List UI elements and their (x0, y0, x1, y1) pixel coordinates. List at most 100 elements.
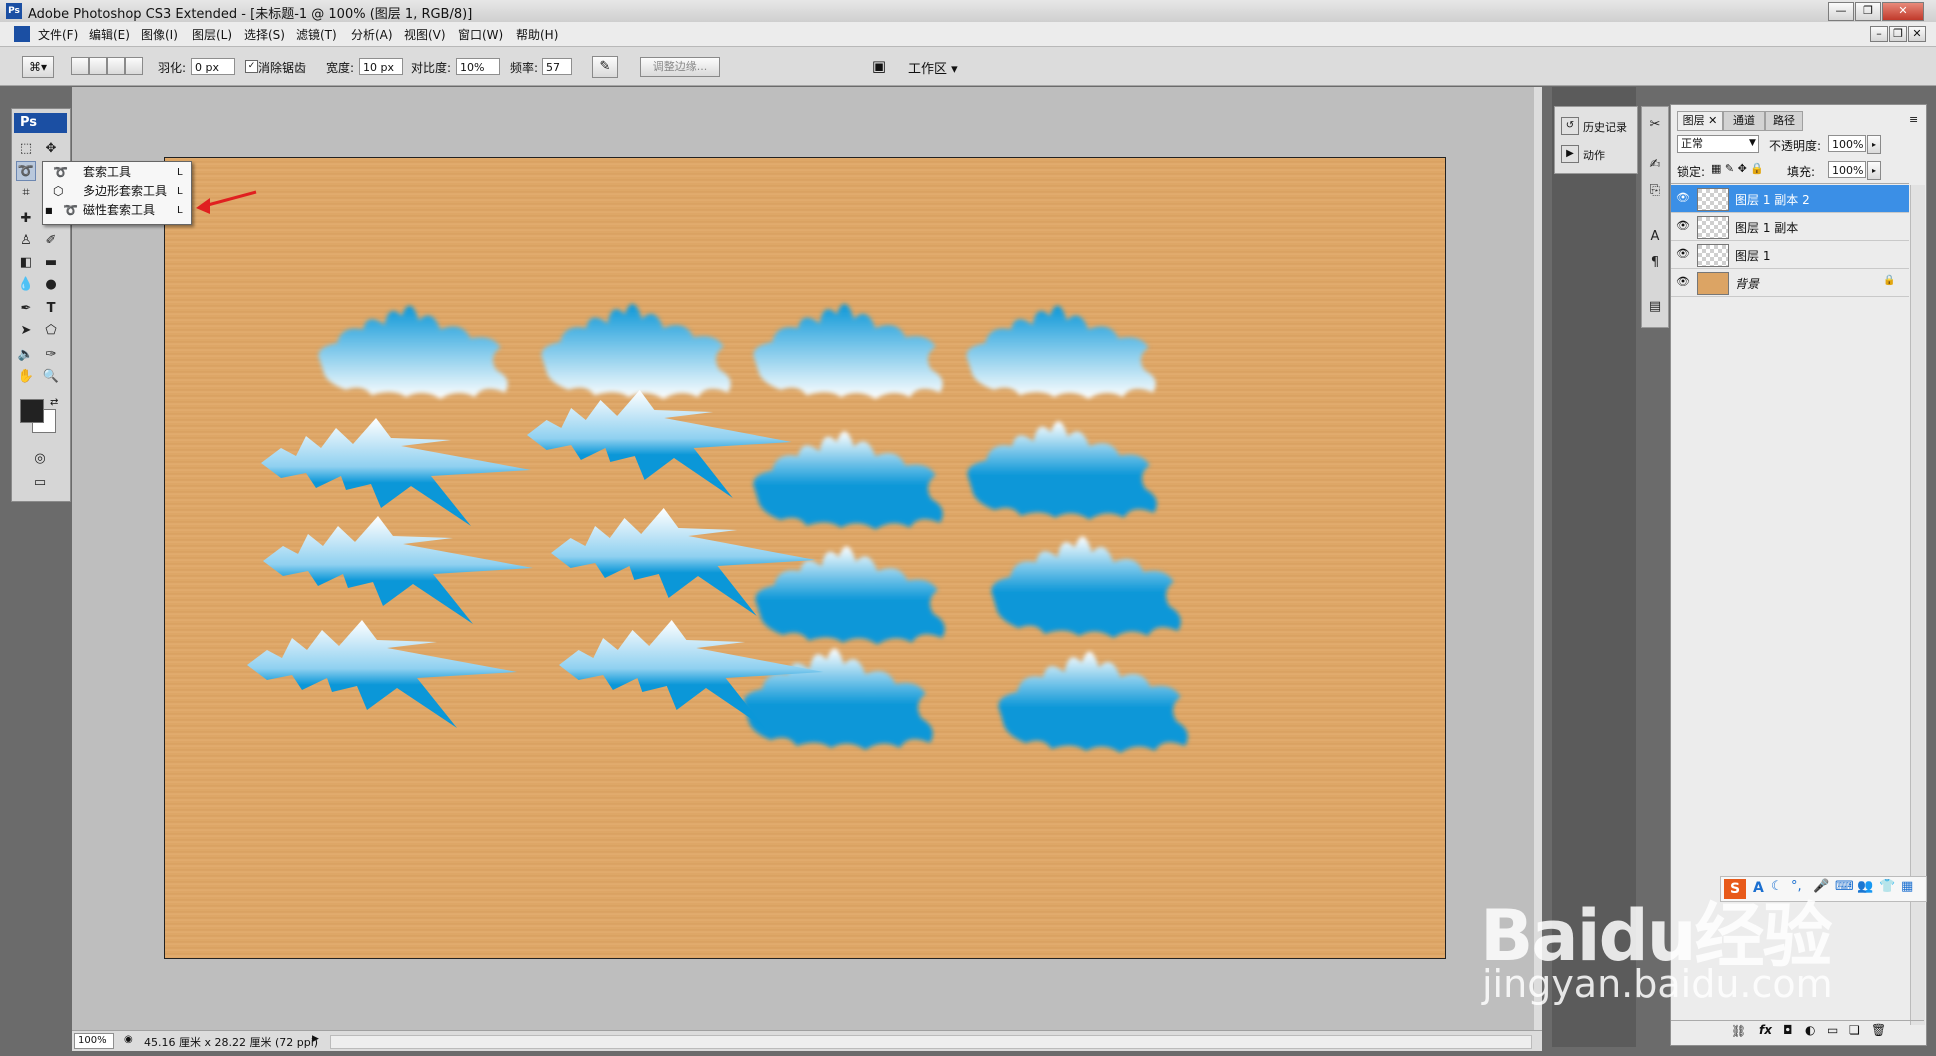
feather-input[interactable]: 0 px (191, 58, 235, 75)
flyout-item-lasso[interactable]: ➰ 套索工具 L (43, 163, 191, 182)
flyout-item-polygonal-lasso[interactable]: ⬡ 多边形套索工具 L (43, 182, 191, 201)
blend-mode-select[interactable]: 正常 (1677, 135, 1759, 153)
new-layer-icon[interactable]: ❏ (1849, 1023, 1860, 1037)
history-brush-icon[interactable]: ✐ (41, 231, 61, 251)
paragraph-icon[interactable]: ¶ (1645, 253, 1665, 273)
close-button[interactable]: ✕ (1882, 2, 1924, 21)
zoom-tool-icon[interactable]: 🔍 (41, 367, 61, 387)
doc-restore-button[interactable]: ❐ (1889, 26, 1907, 42)
keyboard-icon[interactable]: ⌨ (1835, 879, 1854, 894)
doc-minimize-button[interactable]: – (1870, 26, 1888, 42)
refine-edge-button[interactable]: 调整边缘... (640, 57, 720, 77)
intersect-selection-icon[interactable] (125, 57, 143, 75)
menu-view[interactable]: 视图(V) (404, 26, 446, 43)
layer-row-background[interactable]: 👁 背景 🔒 (1671, 269, 1909, 297)
new-group-icon[interactable]: ▭ (1827, 1023, 1838, 1037)
menu-analysis[interactable]: 分析(A) (351, 26, 393, 43)
move-tool-icon[interactable]: ✥ (41, 139, 61, 159)
swap-colors-icon[interactable]: ⇄ (50, 397, 58, 408)
menu-window[interactable]: 窗口(W) (458, 26, 503, 43)
layer-row-layer1[interactable]: 👁 图层 1 (1671, 241, 1909, 269)
zoom-input[interactable]: 100% (74, 1033, 114, 1049)
add-selection-icon[interactable] (89, 57, 107, 75)
tab-paths[interactable]: 路径 (1765, 111, 1803, 131)
restore-button[interactable]: ❐ (1855, 2, 1881, 21)
marquee-tool-icon[interactable]: ⬚ (16, 139, 36, 159)
eyedropper-icon[interactable]: ✑ (41, 345, 61, 365)
bridge-icon[interactable]: ▣ (866, 55, 892, 77)
skin-icon[interactable]: 👕 (1879, 879, 1895, 894)
horizontal-scrollbar[interactable] (330, 1035, 1532, 1049)
panel-menu-icon[interactable]: ≡ (1909, 113, 1918, 126)
pen-tool-icon[interactable]: ✒ (16, 299, 36, 319)
gradient-tool-icon[interactable]: ▬ (41, 253, 61, 273)
hand-tool-icon[interactable]: ✋ (16, 367, 36, 387)
blur-tool-icon[interactable]: 💧 (16, 275, 36, 295)
layer-row-copy[interactable]: 👁 图层 1 副本 (1671, 213, 1909, 241)
actions-tab[interactable]: 动作 (1583, 147, 1605, 163)
document-canvas[interactable] (164, 157, 1446, 959)
doc-close-button[interactable]: ✕ (1908, 26, 1926, 42)
character-icon[interactable]: A (1645, 227, 1665, 247)
notes-tool-icon[interactable]: 🔈 (16, 345, 36, 365)
subtract-selection-icon[interactable] (107, 57, 125, 75)
shape-tool-icon[interactable]: ⬠ (41, 321, 61, 341)
menu-select[interactable]: 选择(S) (244, 26, 285, 43)
antialias-label: 消除锯齿 (258, 61, 307, 75)
menu-file[interactable]: 文件(F) (38, 26, 78, 43)
lasso-tool-icon[interactable]: ➰ (16, 161, 36, 181)
link-layers-icon[interactable]: ⛓ (1731, 1024, 1746, 1038)
tab-channels[interactable]: 通道 (1723, 111, 1765, 131)
layer-style-icon[interactable]: fx (1759, 1023, 1772, 1037)
menu-filter[interactable]: 滤镜(T) (296, 26, 337, 43)
fill-input[interactable]: 100% (1828, 161, 1866, 178)
contrast-input[interactable]: 10% (456, 58, 500, 75)
eye-icon[interactable]: 👁 (1676, 192, 1690, 204)
new-selection-icon[interactable] (71, 57, 89, 75)
layer-mask-icon[interactable]: ◘ (1783, 1023, 1793, 1037)
toolbox-icon[interactable]: ▦ (1901, 879, 1913, 894)
frequency-input[interactable]: 57 (542, 58, 572, 75)
pen-pressure-icon[interactable]: ✎ (592, 56, 618, 78)
quick-mask-icon[interactable]: ◎ (30, 449, 50, 469)
brushes-icon[interactable]: ✍ (1645, 155, 1665, 175)
menu-edit[interactable]: 编辑(E) (89, 26, 130, 43)
clone-source-icon[interactable]: ⎘ (1645, 181, 1665, 201)
width-input[interactable]: 10 px (359, 58, 403, 75)
foreground-color-swatch[interactable] (20, 399, 44, 423)
menu-help[interactable]: 帮助(H) (516, 26, 558, 43)
status-menu-arrow-icon[interactable]: ▶ (312, 1034, 319, 1044)
opacity-slider-toggle[interactable]: ▸ (1867, 135, 1881, 154)
adjustment-layer-icon[interactable]: ◐ (1805, 1023, 1815, 1037)
flyout-item-label: 套索工具 (83, 165, 132, 179)
info-icon[interactable]: ▤ (1645, 297, 1665, 317)
menu-layer[interactable]: 图层(L) (192, 26, 232, 43)
path-select-icon[interactable]: ➤ (16, 321, 36, 341)
eye-icon[interactable]: 👁 (1676, 248, 1690, 260)
minimize-button[interactable]: — (1828, 2, 1854, 21)
lock-icons[interactable]: ▦ ✎ ✥ 🔒 (1711, 162, 1764, 175)
healing-brush-icon[interactable]: ✚ (16, 209, 36, 229)
history-tab[interactable]: 历史记录 (1583, 119, 1627, 135)
type-tool-icon[interactable]: T (41, 299, 61, 319)
user-icon[interactable]: 👥 (1857, 879, 1873, 894)
eraser-tool-icon[interactable]: ◧ (16, 253, 36, 273)
antialias-checkbox[interactable]: ✓ (245, 60, 258, 73)
clone-stamp-icon[interactable]: ♙ (16, 231, 36, 251)
crop-tool-icon[interactable]: ⌗ (16, 183, 36, 203)
eye-icon[interactable]: 👁 (1676, 220, 1690, 232)
layer-row-copy2[interactable]: 👁 图层 1 副本 2 (1671, 185, 1909, 213)
fill-slider-toggle[interactable]: ▸ (1867, 161, 1881, 180)
screen-mode-icon[interactable]: ▭ (30, 473, 50, 493)
workspace-menu[interactable]: 工作区 ▾ (908, 58, 958, 77)
menu-image[interactable]: 图像(I) (141, 26, 178, 43)
delete-layer-icon[interactable]: 🗑 (1871, 1023, 1886, 1037)
opacity-input[interactable]: 100% (1828, 135, 1866, 152)
eye-icon[interactable]: 👁 (1676, 276, 1690, 288)
tools-presets-icon[interactable]: ✂ (1645, 115, 1665, 135)
document-info[interactable]: 45.16 厘米 x 28.22 厘米 (72 ppi) (144, 1034, 318, 1050)
tab-layers[interactable]: 图层 ✕ (1677, 111, 1723, 131)
tool-preset-picker[interactable]: ⌘▾ (22, 56, 54, 78)
dodge-tool-icon[interactable]: ● (41, 275, 61, 295)
flyout-item-magnetic-lasso[interactable]: ■ ➰ 磁性套索工具 L (43, 201, 191, 220)
